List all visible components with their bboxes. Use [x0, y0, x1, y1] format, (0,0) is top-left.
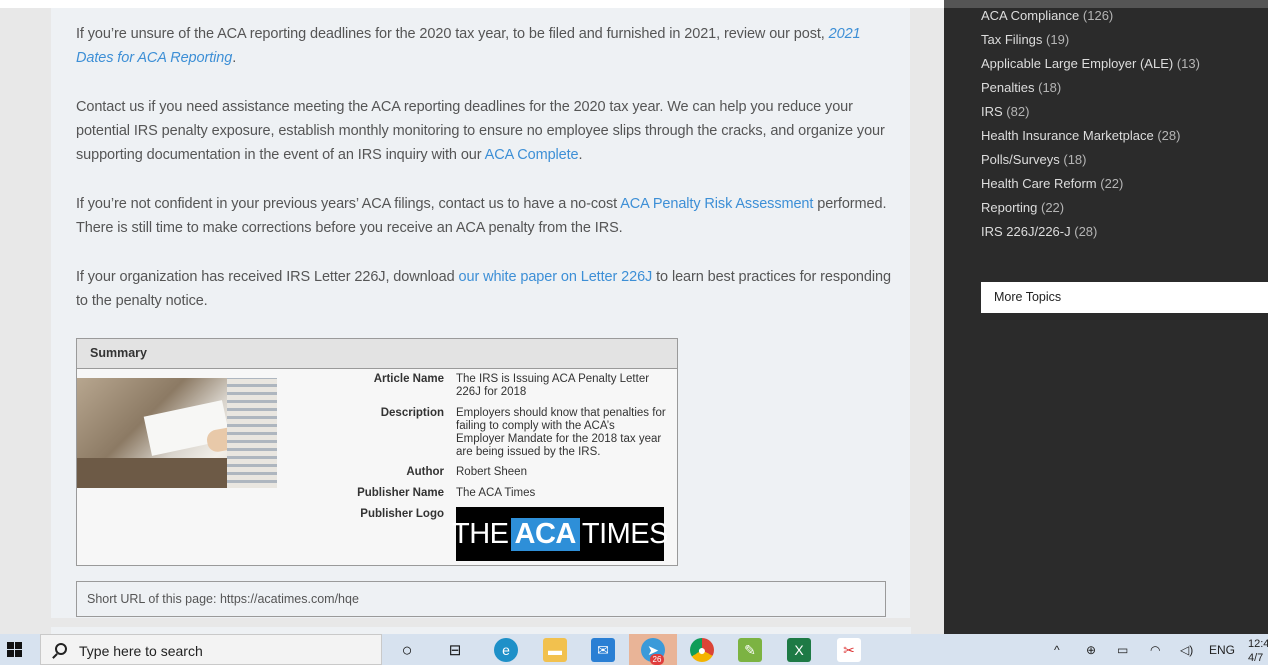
notification-badge: 26: [650, 654, 664, 665]
paragraph-text: Contact us if you need assistance meetin…: [76, 99, 885, 163]
link-aca-complete[interactable]: ACA Complete: [485, 147, 579, 163]
taskbar-search-box[interactable]: Type here to search: [40, 634, 382, 665]
windows-taskbar: Type here to search ○ ⊟ e ▬ ✉ ➤ 26 ● ✎ X…: [0, 634, 1268, 665]
publisher-logo: THE ACA TIMES: [452, 507, 668, 561]
more-topics-select[interactable]: More Topics ▾: [981, 282, 1268, 313]
next-section-edge: [51, 627, 911, 634]
sidebar-item-irs[interactable]: IRS (82): [981, 104, 1029, 119]
edge-browser-icon[interactable]: e: [494, 638, 518, 662]
excel-icon[interactable]: X: [787, 638, 811, 662]
cortana-icon[interactable]: ○: [395, 638, 419, 662]
paragraph-deadlines: If you’re unsure of the ACA reporting de…: [76, 22, 896, 70]
language-indicator[interactable]: ENG: [1209, 643, 1235, 657]
sidebar-item-health-care-reform[interactable]: Health Care Reform (22): [981, 176, 1123, 191]
logo-aca: ACA: [510, 517, 580, 551]
paragraph-text: If your organization has received IRS Le…: [76, 269, 459, 285]
search-icon: [55, 643, 67, 655]
show-hidden-icons-icon[interactable]: ^: [1054, 643, 1060, 657]
sidebar-item-tax-filings[interactable]: Tax Filings (19): [981, 32, 1069, 47]
mail-icon[interactable]: ✉: [591, 638, 615, 662]
meet-now-icon[interactable]: ⊕: [1086, 643, 1096, 657]
browser-top-strip-dark: [944, 0, 1268, 8]
paragraph-text: If you’re not confident in your previous…: [76, 196, 621, 212]
logo-the: THE: [452, 517, 509, 550]
battery-icon[interactable]: ▭: [1117, 643, 1128, 657]
paragraph-text: .: [578, 147, 583, 163]
article-name-label: Article Name: [373, 373, 444, 385]
sidebar-item-aca-compliance[interactable]: ACA Compliance (126): [981, 8, 1113, 23]
snipping-tool-icon[interactable]: ✂: [837, 638, 861, 662]
link-penalty-risk-assessment[interactable]: ACA Penalty Risk Assessment: [620, 196, 813, 212]
main-area: If you’re unsure of the ACA reporting de…: [0, 8, 944, 634]
publisher-logo-label: Publisher Logo: [360, 508, 444, 520]
paragraph-text: .: [232, 50, 237, 66]
paragraph-text: If you’re unsure of the ACA reporting de…: [76, 26, 829, 42]
clock-time: 12:4: [1248, 638, 1268, 650]
chrome-icon[interactable]: ●: [690, 638, 714, 662]
article-content: If you’re unsure of the ACA reporting de…: [51, 8, 911, 618]
summary-heading: Summary: [77, 339, 677, 369]
logo-times: TIMES: [581, 517, 669, 550]
sidebar-item-marketplace[interactable]: Health Insurance Marketplace (28): [981, 128, 1180, 143]
sidebar-item-penalties[interactable]: Penalties (18): [981, 80, 1061, 95]
sidebar-item-irs-226j[interactable]: IRS 226J/226-J (28): [981, 224, 1097, 239]
paragraph-assessment: If you’re not confident in your previous…: [76, 192, 896, 240]
publisher-name-value: The ACA Times: [456, 487, 536, 499]
description-label: Description: [380, 407, 444, 419]
link-white-paper[interactable]: our white paper on Letter 226J: [459, 269, 653, 285]
author-value: Robert Sheen: [456, 466, 527, 478]
paragraph-contact: Contact us if you need assistance meetin…: [76, 95, 896, 167]
windows-start-button[interactable]: [0, 634, 40, 665]
summary-box: Summary Article Name The IRS is Issuing …: [76, 338, 678, 566]
notepad-icon[interactable]: ✎: [738, 638, 762, 662]
sidebar-item-reporting[interactable]: Reporting (22): [981, 200, 1064, 215]
sidebar-item-ale[interactable]: Applicable Large Employer (ALE) (13): [981, 56, 1200, 71]
article-thumbnail-image: [77, 378, 277, 488]
publisher-name-label: Publisher Name: [357, 487, 444, 499]
file-explorer-icon[interactable]: ▬: [543, 638, 567, 662]
more-topics-label: More Topics: [994, 290, 1062, 304]
author-label: Author: [406, 466, 444, 478]
clock-date: 4/7: [1248, 652, 1264, 664]
clock[interactable]: 12:4 4/7: [1248, 637, 1268, 665]
paragraph-letter-226j: If your organization has received IRS Le…: [76, 265, 896, 313]
sidebar: ACA Compliance (126) Tax Filings (19) Ap…: [944, 8, 1268, 634]
page-gutter: [910, 8, 944, 634]
windows-logo-icon: [7, 642, 14, 649]
volume-icon[interactable]: ◁): [1180, 643, 1193, 657]
search-placeholder: Type here to search: [79, 643, 203, 659]
task-view-icon[interactable]: ⊟: [443, 638, 467, 662]
wifi-icon[interactable]: ◠: [1150, 643, 1160, 657]
article-name-value: The IRS is Issuing ACA Penalty Letter 22…: [456, 373, 650, 398]
description-value: Employers should know that penalties for…: [456, 407, 666, 458]
sidebar-item-polls[interactable]: Polls/Surveys (18): [981, 152, 1087, 167]
short-url-box: Short URL of this page: https://acatimes…: [76, 581, 886, 617]
